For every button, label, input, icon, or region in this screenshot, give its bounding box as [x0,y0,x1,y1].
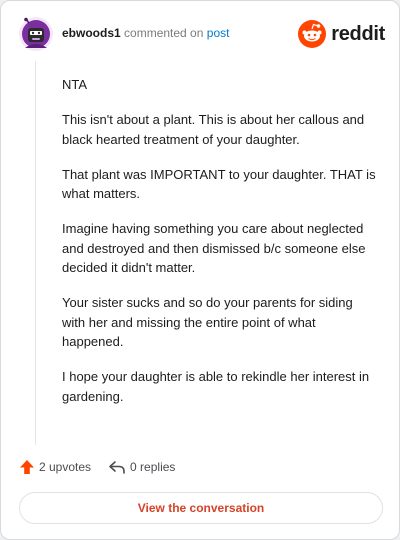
comment-paragraph: This isn't about a plant. This is about … [62,112,365,147]
comment-paragraph: Your sister sucks and so do your parents… [62,295,353,349]
reddit-logo[interactable]: reddit [298,20,385,48]
reply-count: 0 replies [130,460,176,474]
reply-arrow-icon [109,461,125,474]
comment-embed-card: ebwoods1 commented on post reddit NTA Th… [0,0,400,540]
reply-button[interactable]: 0 replies [108,459,175,475]
view-conversation-button[interactable]: View the conversation [19,492,383,524]
commented-on-text: commented on [124,26,204,40]
thread-line [35,61,36,445]
reddit-wordmark: reddit [331,22,385,45]
comment-paragraph: That plant was IMPORTANT to your daughte… [62,166,376,202]
comment-actions: 2 upvotes 0 replies [19,457,192,477]
comment-paragraph: NTA [62,77,88,92]
upvote-button[interactable]: 2 upvotes [19,459,91,475]
comment-body: NTA This isn't about a plant. This is ab… [62,75,376,422]
reddit-snoo-icon [298,20,327,48]
upvote-arrow-icon [20,460,34,474]
comment-paragraph: I hope your daughter is able to rekindle… [62,369,370,404]
comment-attribution: ebwoods1 commented on post [62,26,229,41]
comment-header: ebwoods1 commented on post reddit [19,16,385,52]
upvote-count: 2 upvotes [39,460,92,474]
username-link[interactable]: ebwoods1 [62,26,121,40]
user-avatar[interactable] [19,17,53,51]
comment-paragraph: Imagine having something you care about … [62,221,366,275]
post-link[interactable]: post [207,26,230,40]
